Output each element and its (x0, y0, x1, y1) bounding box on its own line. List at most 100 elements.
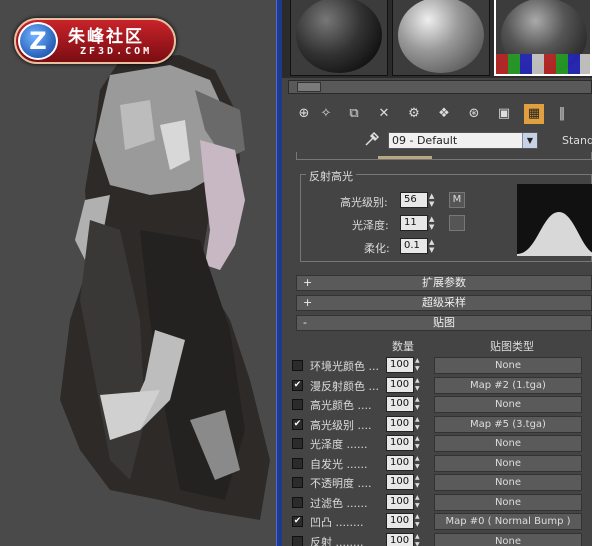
material-slot-1[interactable] (290, 0, 388, 76)
specular-level-spinner[interactable]: 56 ▲ ▼ (400, 192, 434, 208)
rollup-area: 反射高光 高光级别: 56 ▲ ▼ M 光泽度: 11 ▲ ▼ 柔化: 0.1 ▲ ▼… (292, 152, 592, 546)
show-end-result-icon[interactable]: ‖ (552, 104, 572, 124)
assign-material-icon[interactable]: ⧉ (344, 104, 364, 124)
show-map-in-viewport-icon[interactable]: ▦ (524, 104, 544, 124)
rollout-extended-parameters[interactable]: + 扩展参数 (296, 275, 592, 291)
map-type-column-header: 贴图类型 (490, 340, 534, 353)
viewport[interactable]: Z 朱峰社区 ZF3D.COM (0, 0, 276, 546)
map-slot-button[interactable]: Map #0 ( Normal Bump ) (434, 513, 582, 530)
specular-level-map-button[interactable]: M (449, 192, 465, 208)
map-enable-checkbox[interactable]: ✔ (292, 516, 303, 527)
table-row: 不透明度 .... 100 ▲ ▼ None (292, 474, 592, 492)
map-slot-button[interactable]: Map #2 (1.tga) (434, 376, 582, 394)
map-slot-button[interactable]: Map #5 (3.tga) (434, 415, 582, 433)
character-model (60, 55, 270, 520)
spinner-arrows-icon[interactable]: ▲ ▼ (415, 357, 424, 373)
map-amount-spinner[interactable]: 100 (386, 357, 414, 373)
spinner-arrows-icon[interactable]: ▲ ▼ (429, 192, 439, 208)
map-amount-spinner[interactable]: 100 (386, 435, 414, 451)
map-amount-spinner[interactable]: 100 (386, 493, 414, 510)
map-channel-label: 不透明度 .... (310, 477, 372, 490)
copy-material-icon[interactable]: ⚙ (404, 104, 424, 124)
table-row: 光泽度 ...... 100 ▲ ▼ None (292, 435, 592, 453)
spinner-arrows-icon[interactable]: ▲ ▼ (415, 533, 424, 546)
table-row: 环境光颜色 ... 100 ▲ ▼ None (292, 357, 592, 375)
map-slot-button[interactable]: None (434, 532, 582, 546)
map-enable-checkbox[interactable] (292, 399, 303, 410)
rollout-extended-label: 扩展参数 (422, 276, 466, 289)
spinner-arrows-icon[interactable]: ▲ ▼ (415, 377, 424, 393)
spinner-arrows-icon[interactable]: ▲ ▼ (415, 494, 424, 510)
rollout-maps[interactable]: - 贴图 (296, 315, 592, 331)
spinner-arrows-icon[interactable]: ▲ ▼ (415, 513, 424, 529)
map-amount-spinner[interactable]: 100 (386, 513, 414, 529)
put-to-library-icon[interactable]: ⊛ (464, 104, 484, 124)
material-type-button[interactable]: Standa (562, 134, 592, 147)
map-enable-checkbox[interactable] (292, 535, 303, 546)
specular-level-value: 56 (404, 194, 417, 205)
map-channel-label: 反射 ........ (310, 535, 364, 546)
map-amount-spinner[interactable]: 100 (386, 415, 414, 432)
map-enable-checkbox[interactable] (292, 477, 303, 488)
scrollbar-thumb[interactable] (297, 82, 321, 92)
ambient-color-swatch (378, 156, 432, 159)
map-amount-spinner[interactable]: 100 (386, 454, 414, 471)
make-unique-icon[interactable]: ❖ (434, 104, 454, 124)
map-enable-checkbox[interactable] (292, 438, 303, 449)
put-to-scene-icon[interactable]: ✧ (316, 104, 336, 124)
map-amount-spinner[interactable]: 100 (386, 532, 414, 546)
map-enable-checkbox[interactable]: ✔ (292, 379, 303, 391)
map-slot-button[interactable]: None (434, 454, 582, 472)
material-name-dropdown[interactable]: 09 - Default ▼ (388, 132, 538, 149)
spinner-arrows-icon[interactable]: ▲ ▼ (415, 396, 424, 412)
site-logo: Z 朱峰社区 ZF3D.COM (14, 18, 176, 64)
spinner-arrows-icon[interactable]: ▲ ▼ (429, 215, 439, 231)
spinner-arrows-icon[interactable]: ▲ ▼ (415, 435, 424, 451)
specular-group-title: 反射高光 (306, 168, 356, 184)
map-channel-label: 高光级别 .... (310, 418, 372, 432)
material-id-icon[interactable]: ▣ (494, 104, 514, 124)
map-slot-button[interactable]: None (434, 435, 582, 452)
map-enable-checkbox[interactable]: ✔ (292, 418, 303, 430)
table-row: 过滤色 ...... 100 ▲ ▼ None (292, 493, 592, 512)
map-slot-button[interactable]: None (434, 396, 582, 413)
map-enable-checkbox[interactable] (292, 496, 303, 508)
reset-map-icon[interactable]: ✕ (374, 104, 394, 124)
spinner-arrows-icon[interactable]: ▲ ▼ (415, 416, 424, 432)
logo-text-en: ZF3D.COM (80, 46, 153, 57)
table-row: 反射 ........ 100 ▲ ▼ None (292, 532, 592, 546)
eyedropper-icon[interactable] (364, 131, 382, 149)
material-name-value: 09 - Default (392, 134, 458, 147)
material-name-row: 09 - Default ▼ Standa (288, 131, 592, 151)
map-channel-label: 高光颜色 .... (310, 399, 372, 412)
sphere-preview-gray (398, 0, 484, 73)
map-amount-spinner[interactable]: 100 (386, 396, 414, 412)
slots-scrollbar[interactable] (288, 80, 592, 94)
rollout-supersampling[interactable]: + 超级采样 (296, 295, 592, 311)
spinner-arrows-icon[interactable]: ▲ ▼ (415, 474, 424, 490)
material-editor-panel: ⊕ ✧ ⧉ ✕ ⚙ ❖ ⊛ ▣ ▦ ‖ 09 - Default ▼ Stand… (282, 0, 592, 546)
spinner-arrows-icon[interactable]: ▲ ▼ (415, 455, 424, 471)
map-amount-spinner[interactable]: 100 (386, 474, 414, 490)
map-enable-checkbox[interactable] (292, 457, 303, 469)
specular-level-label: 高光级别: (340, 196, 388, 209)
logo-badge: Z (18, 22, 58, 60)
map-amount-spinner[interactable]: 100 (386, 376, 414, 393)
collapse-icon: - (303, 316, 307, 329)
map-channel-label: 自发光 ...... (310, 457, 368, 471)
map-channel-label: 环境光颜色 ... (310, 360, 379, 373)
get-material-icon[interactable]: ⊕ (294, 104, 314, 124)
map-slot-button[interactable]: None (434, 493, 582, 511)
map-enable-checkbox[interactable] (292, 360, 303, 371)
chevron-down-icon[interactable]: ▼ (522, 133, 537, 148)
map-slot-button[interactable]: None (434, 357, 582, 374)
glossiness-spinner[interactable]: 11 ▲ ▼ (400, 215, 434, 231)
spinner-arrows-icon[interactable]: ▲ ▼ (429, 238, 439, 254)
soften-spinner[interactable]: 0.1 ▲ ▼ (400, 238, 434, 254)
amount-column-header: 数量 (392, 340, 414, 353)
material-slot-2[interactable] (392, 0, 490, 76)
expand-icon: + (303, 296, 313, 309)
material-slot-3-selected[interactable] (494, 0, 592, 76)
glossiness-map-button[interactable] (449, 215, 465, 231)
map-slot-button[interactable]: None (434, 474, 582, 491)
